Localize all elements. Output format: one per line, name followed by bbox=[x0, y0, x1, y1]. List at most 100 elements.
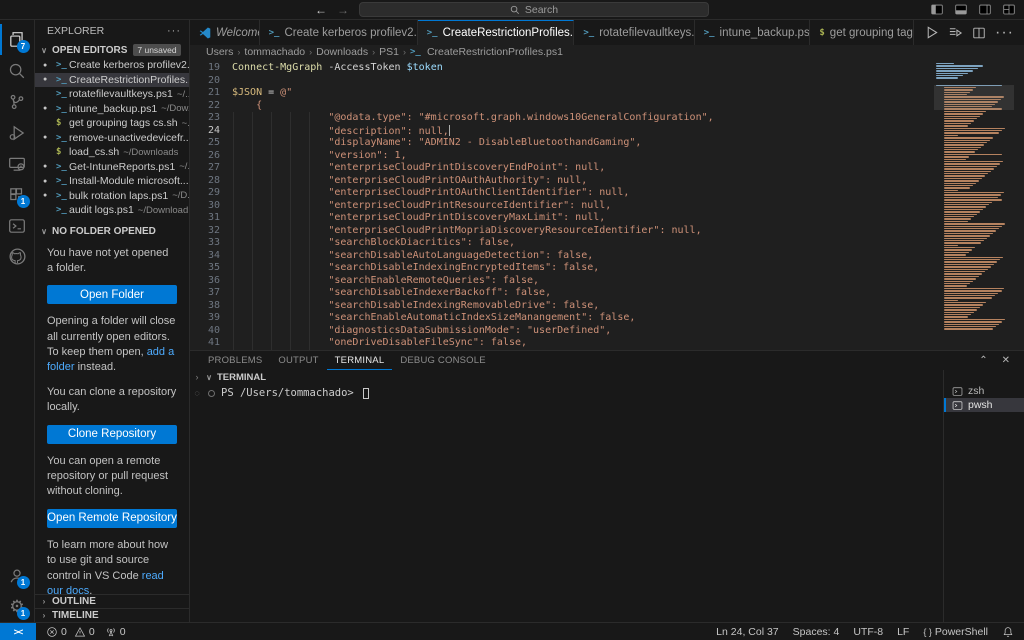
toggle-secondary-sidebar-icon[interactable] bbox=[978, 3, 992, 16]
open-editor-item[interactable]: ●>_rotatefilevaultkeys.ps1~/... bbox=[35, 87, 189, 102]
explorer-activity-button[interactable]: 7 bbox=[0, 24, 35, 55]
cursor-position-status[interactable]: Ln 24, Col 37 bbox=[716, 626, 778, 638]
no-folder-header[interactable]: ∨ NO FOLDER OPENED bbox=[35, 224, 189, 240]
remote-indicator[interactable]: >< bbox=[0, 623, 36, 640]
breadcrumb-item[interactable]: PS1 bbox=[379, 46, 399, 58]
run-debug-activity-button[interactable] bbox=[0, 117, 35, 148]
clone-repository-button[interactable]: Clone Repository bbox=[47, 425, 177, 444]
minimap-line bbox=[944, 111, 986, 112]
editor-scrollbar[interactable] bbox=[1014, 59, 1024, 350]
toggle-primary-sidebar-icon[interactable] bbox=[930, 3, 944, 16]
open-editor-item[interactable]: ●>_remove-unactivedevicefr... bbox=[35, 131, 189, 146]
terminal-view[interactable]: ∨ TERMINAL PS /Users/tommachado> bbox=[204, 370, 943, 622]
open-editor-name: Install-Module microsoft.... bbox=[69, 175, 189, 187]
breadcrumb-item[interactable]: Downloads bbox=[316, 46, 368, 58]
language-mode-status[interactable]: { }PowerShell bbox=[923, 626, 988, 638]
code-line: 25 "displayName": "ADMIN2 - DisableBluet… bbox=[190, 137, 934, 150]
tab-label: Create kerberos profilev2.ps1 bbox=[284, 27, 417, 39]
open-editor-item[interactable]: ●>_intune_backup.ps1~/Dow... bbox=[35, 102, 189, 117]
customize-layout-icon[interactable] bbox=[1002, 3, 1016, 16]
extensions-activity-button[interactable]: 1 bbox=[0, 179, 35, 210]
problems-status[interactable]: 0 0 bbox=[46, 626, 95, 638]
github-activity-button[interactable] bbox=[0, 241, 35, 272]
panel-tab-problems[interactable]: PROBLEMS bbox=[200, 351, 270, 370]
open-editor-item[interactable]: ●>_Create kerberos profilev2... bbox=[35, 58, 189, 73]
editor-more-actions-icon[interactable]: ··· bbox=[995, 24, 1014, 42]
open-editor-name: rotatefilevaultkeys.ps1 bbox=[69, 88, 173, 100]
panel-tab-debug-console[interactable]: DEBUG CONSOLE bbox=[392, 351, 493, 370]
open-editor-item[interactable]: ●>_audit logs.ps1~/Download... bbox=[35, 203, 189, 218]
history-forward-icon[interactable]: → bbox=[337, 3, 349, 17]
open-editor-item[interactable]: ●$get grouping tags cs.sh~... bbox=[35, 116, 189, 131]
breadcrumb-item[interactable]: tommachado bbox=[244, 46, 305, 58]
minimap-line bbox=[944, 156, 969, 157]
editor-tab[interactable]: >_intune_backup.ps1● bbox=[695, 20, 811, 45]
open-editor-item[interactable]: ●>_Get-IntuneReports.ps1~/... bbox=[35, 160, 189, 175]
minimap-line bbox=[944, 271, 985, 272]
timeline-section[interactable]: › TIMELINE bbox=[35, 608, 189, 622]
minimap-line bbox=[944, 223, 1005, 224]
open-editors-list: ●>_Create kerberos profilev2...●>_Create… bbox=[35, 58, 189, 218]
editor-tab[interactable]: >_Create kerberos profilev2.ps1● bbox=[260, 20, 418, 45]
notifications-bell[interactable] bbox=[1002, 626, 1014, 638]
accounts-button[interactable]: 1 bbox=[0, 560, 35, 591]
indentation-status[interactable]: Spaces: 4 bbox=[793, 626, 840, 638]
tab-label: CreateRestrictionProfiles.ps1 bbox=[443, 27, 575, 39]
editor-tab[interactable]: >_rotatefilevaultkeys.ps1 bbox=[574, 20, 694, 45]
powershell-file-icon: >_ bbox=[56, 162, 69, 172]
minimap-line bbox=[944, 130, 1002, 131]
outline-section[interactable]: › OUTLINE bbox=[35, 594, 189, 608]
editor-tab[interactable]: >_CreateRestrictionProfiles.ps1● bbox=[418, 20, 575, 45]
history-back-icon[interactable]: ← bbox=[315, 3, 327, 17]
terminal-instance-item[interactable]: zsh bbox=[944, 384, 1024, 398]
terminal-tabs-list: zshpwsh bbox=[944, 370, 1024, 622]
powershell-file-icon: >_ bbox=[56, 75, 69, 85]
code-line: 28 "enterpriseCloudPrintOAuthAuthority":… bbox=[190, 175, 934, 188]
breadcrumb-file[interactable]: CreateRestrictionProfiles.ps1 bbox=[427, 46, 563, 58]
code-line: 20 bbox=[190, 75, 934, 88]
code-line: 19Connect-MgGraph -AccessToken $token bbox=[190, 62, 934, 75]
panel-tab-terminal[interactable]: TERMINAL bbox=[327, 351, 393, 370]
terminal-collapse-icon[interactable]: › bbox=[196, 372, 199, 382]
line-number: 21 bbox=[190, 87, 220, 100]
toggle-panel-icon[interactable] bbox=[954, 3, 968, 16]
source-control-activity-button[interactable] bbox=[0, 86, 35, 117]
extensions-badge: 1 bbox=[17, 195, 30, 208]
run-below-icon[interactable] bbox=[948, 25, 963, 40]
breadcrumb[interactable]: Users›tommachado›Downloads›PS1›>_CreateR… bbox=[190, 45, 1024, 59]
settings-button[interactable]: ⚙ 1 bbox=[0, 591, 35, 622]
run-file-icon[interactable] bbox=[924, 25, 939, 40]
chevron-down-icon: ∨ bbox=[39, 227, 49, 236]
maximize-panel-icon[interactable]: ⌃ bbox=[979, 355, 987, 366]
search-activity-button[interactable] bbox=[0, 55, 35, 86]
open-folder-button[interactable]: Open Folder bbox=[47, 285, 177, 304]
code-editor[interactable]: 19Connect-MgGraph -AccessToken $token202… bbox=[190, 59, 1024, 350]
terminal-instance-item[interactable]: pwsh bbox=[944, 398, 1024, 412]
encoding-status[interactable]: UTF-8 bbox=[853, 626, 883, 638]
open-editor-item[interactable]: ●>_CreateRestrictionProfiles.... bbox=[35, 73, 189, 88]
split-editor-icon[interactable] bbox=[972, 26, 986, 40]
terminal-activity-button[interactable] bbox=[0, 210, 35, 241]
editor-tab[interactable]: Welcome bbox=[190, 20, 260, 45]
command-center-search[interactable]: Search bbox=[359, 2, 709, 17]
ports-status[interactable]: 0 bbox=[105, 626, 126, 638]
line-number: 41 bbox=[190, 337, 220, 350]
breadcrumb-item[interactable]: Users bbox=[206, 46, 233, 58]
open-editors-header[interactable]: ∨ OPEN EDITORS 7 unsaved bbox=[35, 42, 189, 58]
close-panel-icon[interactable]: ✕ bbox=[1002, 355, 1010, 366]
open-editor-item[interactable]: ●$load_cs.sh~/Downloads bbox=[35, 145, 189, 160]
open-remote-repository-button[interactable]: Open Remote Repository bbox=[47, 509, 177, 528]
open-editor-path: ~/... bbox=[177, 89, 189, 100]
minimap-line bbox=[944, 147, 981, 148]
minimap-slider[interactable] bbox=[934, 85, 1014, 110]
remote-explorer-activity-button[interactable] bbox=[0, 148, 35, 179]
editor-tab[interactable]: $get grouping tags c bbox=[810, 20, 914, 45]
shell-file-icon: $ bbox=[56, 118, 69, 128]
minimap[interactable] bbox=[934, 59, 1014, 350]
eol-status[interactable]: LF bbox=[897, 626, 909, 638]
minimap-line bbox=[944, 304, 983, 305]
open-editor-item[interactable]: ●>_bulk rotation laps.ps1~/D... bbox=[35, 189, 189, 204]
sidebar-more-actions-icon[interactable]: ··· bbox=[167, 25, 181, 37]
open-editor-item[interactable]: ●>_Install-Module microsoft.... bbox=[35, 174, 189, 189]
panel-tab-output[interactable]: OUTPUT bbox=[270, 351, 326, 370]
